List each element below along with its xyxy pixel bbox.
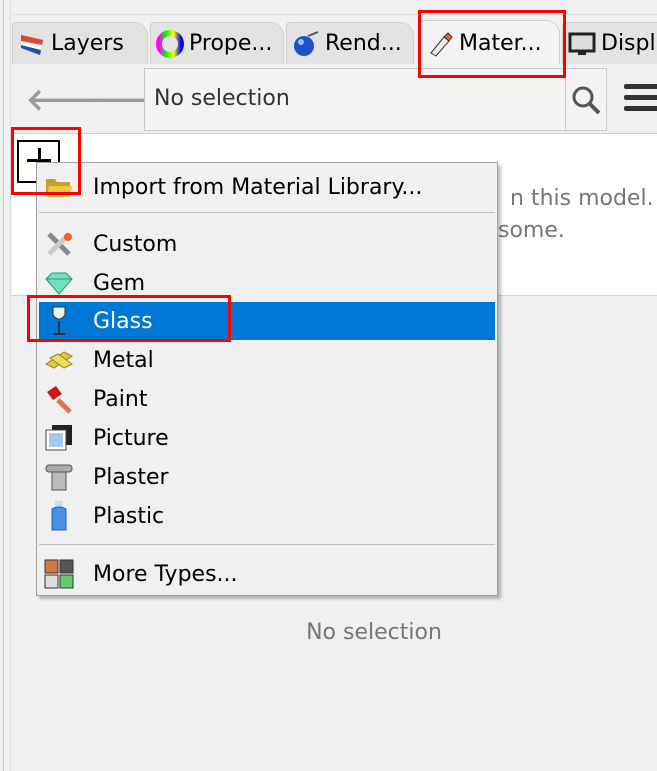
menu-item-gem[interactable]: Gem bbox=[39, 264, 495, 302]
menu-item-label: Paint bbox=[93, 386, 148, 412]
menu-item-paint[interactable]: Paint bbox=[39, 380, 495, 418]
bottle-icon bbox=[41, 498, 77, 534]
display-icon bbox=[567, 29, 597, 59]
empty-message: n this model. bbox=[510, 186, 654, 211]
layers-icon bbox=[17, 29, 47, 59]
menu-item-label: Gem bbox=[93, 270, 146, 296]
menu-item-label: Plastic bbox=[93, 503, 165, 529]
menu-item-plastic[interactable]: Plastic bbox=[39, 497, 495, 535]
panel-border bbox=[10, 0, 11, 771]
folder-icon bbox=[41, 169, 77, 205]
tab-layers[interactable]: Layers bbox=[12, 22, 148, 64]
tab-display[interactable]: Displ bbox=[562, 22, 657, 64]
menu-item-more-types[interactable]: More Types... bbox=[39, 555, 495, 593]
add-material-menu: Import from Material Library... Custom G… bbox=[36, 162, 498, 596]
grid-icon bbox=[41, 556, 77, 592]
properties-icon bbox=[155, 29, 185, 59]
column-icon bbox=[41, 459, 77, 495]
menu-item-label: More Types... bbox=[93, 561, 238, 587]
search-input[interactable]: No selection bbox=[144, 68, 607, 131]
menu-item-plaster[interactable]: Plaster bbox=[39, 458, 495, 496]
hamburger-menu-icon[interactable] bbox=[624, 84, 657, 117]
tab-label: Rend... bbox=[325, 31, 402, 56]
tab-materials[interactable]: Mater... bbox=[420, 20, 560, 65]
menu-item-label: Import from Material Library... bbox=[93, 174, 423, 200]
empty-message: some. bbox=[498, 218, 565, 243]
menu-item-label: Picture bbox=[93, 425, 169, 451]
tab-label: Prope... bbox=[189, 31, 273, 56]
search-icon bbox=[572, 86, 601, 114]
menu-item-picture[interactable]: Picture bbox=[39, 419, 495, 457]
materials-icon bbox=[425, 28, 455, 58]
rendering-icon bbox=[291, 29, 321, 59]
tab-label: Layers bbox=[51, 31, 124, 56]
tools-icon bbox=[41, 226, 77, 262]
no-selection-label: No selection bbox=[306, 620, 442, 645]
search-button[interactable] bbox=[565, 69, 606, 130]
menu-item-label: Metal bbox=[93, 347, 154, 373]
search-value: No selection bbox=[154, 86, 290, 111]
wine-glass-icon bbox=[41, 303, 77, 339]
menu-item-label: Custom bbox=[93, 231, 178, 257]
menu-item-label: Glass bbox=[93, 308, 153, 334]
menu-item-metal[interactable]: Metal bbox=[39, 341, 495, 379]
menu-separator bbox=[39, 212, 495, 213]
menu-item-glass[interactable]: Glass bbox=[39, 302, 495, 340]
gem-icon bbox=[41, 265, 77, 301]
divider bbox=[12, 14, 657, 15]
menu-item-custom[interactable]: Custom bbox=[39, 225, 495, 263]
tab-label: Mater... bbox=[459, 30, 542, 56]
picture-icon bbox=[41, 420, 77, 456]
menu-separator bbox=[39, 544, 495, 545]
menu-item-label: Plaster bbox=[93, 464, 169, 490]
tab-rendering[interactable]: Rend... bbox=[286, 22, 414, 64]
tab-label: Displ bbox=[601, 31, 656, 56]
paint-roller-icon bbox=[41, 381, 77, 417]
window-border bbox=[3, 0, 4, 771]
metal-bar-icon bbox=[41, 342, 77, 378]
menu-item-import[interactable]: Import from Material Library... bbox=[39, 168, 495, 206]
tab-properties[interactable]: Prope... bbox=[150, 22, 284, 64]
